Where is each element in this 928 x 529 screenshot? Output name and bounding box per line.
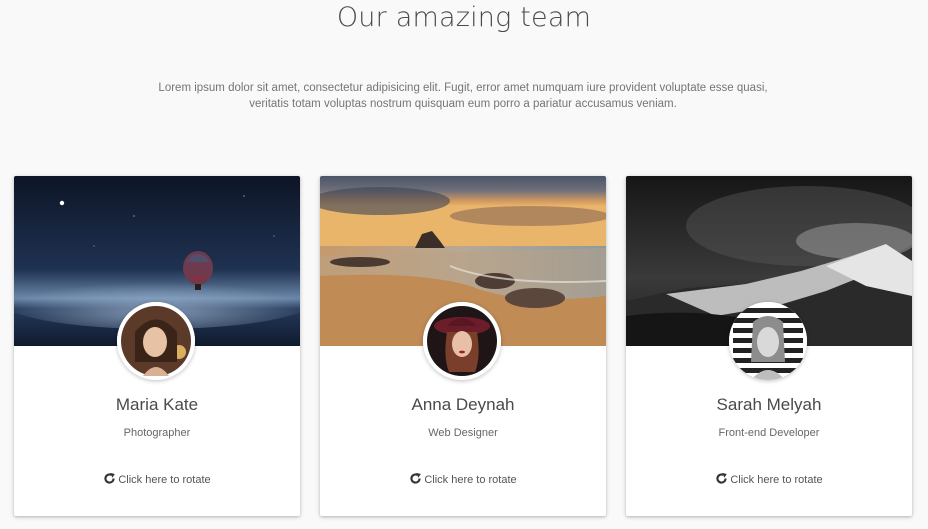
member-name: Anna Deynah bbox=[411, 395, 515, 414]
rotate-card-button[interactable]: Click here to rotate bbox=[320, 472, 606, 488]
rotate-icon bbox=[715, 472, 728, 488]
section-title: Our amazing team bbox=[336, 2, 592, 33]
rotate-card-button[interactable]: Click here to rotate bbox=[626, 472, 912, 488]
section-description: Lorem ipsum dolor sit amet, consectetur … bbox=[158, 82, 768, 110]
team-card-maria-kate: Maria Kate Photographer Click here to ro… bbox=[14, 176, 300, 516]
member-role: Photographer bbox=[123, 427, 191, 439]
rotate-label: Click here to rotate bbox=[118, 474, 211, 486]
team-card-anna-deynah: Anna Deynah Web Designer Click here to r… bbox=[320, 176, 606, 516]
member-name: Maria Kate bbox=[115, 395, 199, 414]
member-name: Sarah Melyah bbox=[716, 395, 822, 414]
profile-avatar bbox=[729, 302, 807, 380]
rotate-icon bbox=[103, 472, 116, 488]
rotate-card-button[interactable]: Click here to rotate bbox=[14, 472, 300, 488]
rotate-label: Click here to rotate bbox=[424, 474, 517, 486]
rotate-icon bbox=[409, 472, 422, 488]
member-role: Front-end Developer bbox=[718, 427, 820, 439]
team-card-sarah-melyah: Sarah Melyah Front-end Developer Click h… bbox=[626, 176, 912, 516]
team-section: Our amazing team Lorem ipsum dolor sit a… bbox=[0, 0, 928, 529]
profile-avatar bbox=[423, 302, 501, 380]
profile-avatar bbox=[117, 302, 195, 380]
rotate-label: Click here to rotate bbox=[730, 474, 823, 486]
member-role: Web Designer bbox=[428, 427, 498, 439]
